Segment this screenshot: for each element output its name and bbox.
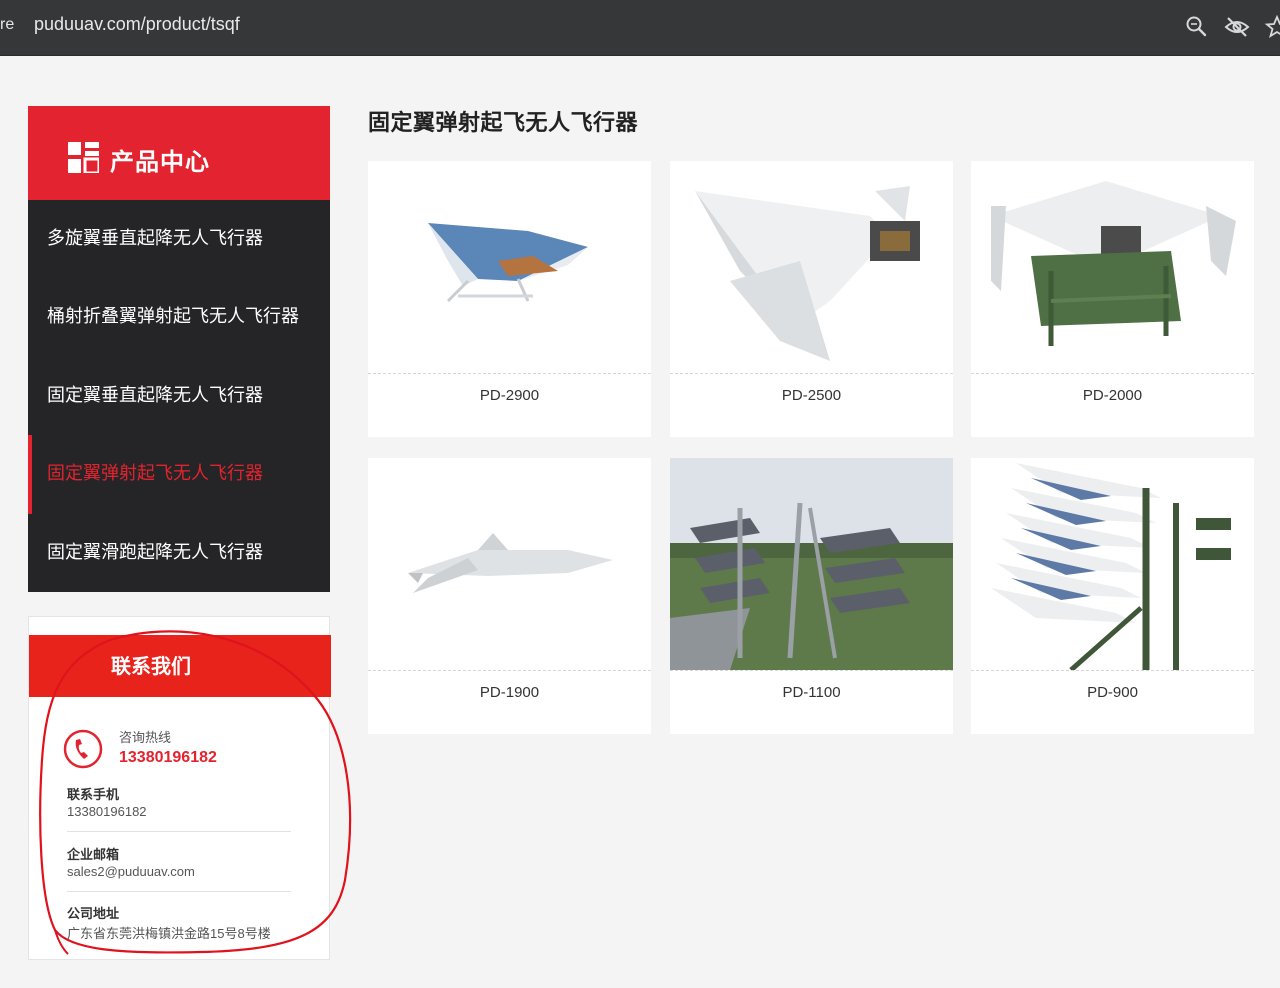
- product-image[interactable]: [971, 458, 1254, 670]
- product-name[interactable]: PD-2000: [971, 387, 1254, 404]
- eye-off-icon[interactable]: [1224, 14, 1250, 40]
- contact-divider: [67, 831, 291, 832]
- contact-panel: 联系我们 咨询热线 13380196182 联系手机 13380196182 企…: [28, 616, 331, 960]
- bookmark-star-icon[interactable]: [1264, 14, 1280, 40]
- card-divider: [670, 373, 953, 374]
- page-title: 固定翼弹射起飞无人飞行器: [368, 111, 639, 136]
- email-label: 企业邮箱: [67, 848, 120, 863]
- card-divider: [670, 670, 953, 671]
- card-divider: [971, 670, 1254, 671]
- card-divider: [368, 373, 651, 374]
- address-bar-url[interactable]: puduuav.com/product/tsqf: [34, 14, 240, 35]
- product-center-header: 产品中心: [28, 106, 330, 200]
- hotline-label: 咨询热线: [119, 731, 172, 746]
- product-image[interactable]: [670, 458, 953, 670]
- product-category-nav: 多旋翼垂直起降无人飞行器 桶射折叠翼弹射起飞无人飞行器 固定翼垂直起降无人飞行器…: [28, 200, 330, 592]
- product-name[interactable]: PD-900: [971, 684, 1254, 701]
- product-image[interactable]: [368, 161, 651, 373]
- nav-item-fixed-wing-catapult[interactable]: 固定翼弹射起飞无人飞行器: [28, 435, 330, 514]
- mobile-label: 联系手机: [67, 788, 120, 803]
- grid-icon: [68, 142, 99, 173]
- product-name[interactable]: PD-2900: [368, 387, 651, 404]
- product-card-pd-2000[interactable]: PD-2000: [971, 161, 1254, 437]
- product-card-pd-2500[interactable]: PD-2500: [670, 161, 953, 437]
- mobile-value: 13380196182: [67, 804, 147, 819]
- product-card-pd-1100[interactable]: PD-1100: [670, 458, 953, 734]
- card-divider: [971, 373, 1254, 374]
- product-name[interactable]: PD-1100: [670, 684, 953, 701]
- product-image[interactable]: [368, 458, 651, 670]
- nav-item-fixed-wing-vtol[interactable]: 固定翼垂直起降无人飞行器: [28, 357, 330, 435]
- phone-icon: [63, 729, 103, 769]
- address-label: 公司地址: [67, 907, 120, 922]
- card-divider: [368, 670, 651, 671]
- contact-title: 联系我们: [29, 635, 331, 697]
- product-card-pd-2900[interactable]: PD-2900: [368, 161, 651, 437]
- nav-item-tube-launch-folding-wing[interactable]: 桶射折叠翼弹射起飞无人飞行器: [28, 278, 330, 356]
- address-value: 广东省东莞洪梅镇洪金路15号8号楼: [67, 926, 271, 941]
- product-name[interactable]: PD-1900: [368, 684, 651, 701]
- email-value[interactable]: sales2@puduuav.com: [67, 864, 195, 879]
- browser-toolbar: re puduuav.com/product/tsqf: [0, 0, 1280, 56]
- contact-divider: [67, 891, 291, 892]
- product-center-title: 产品中心: [110, 148, 210, 176]
- url-fragment: re: [0, 16, 15, 33]
- nav-item-multirotor-vtol[interactable]: 多旋翼垂直起降无人飞行器: [28, 200, 330, 278]
- product-name[interactable]: PD-2500: [670, 387, 953, 404]
- nav-item-fixed-wing-runway[interactable]: 固定翼滑跑起降无人飞行器: [28, 514, 330, 592]
- hotline-number[interactable]: 13380196182: [119, 749, 217, 767]
- product-image[interactable]: [670, 161, 953, 373]
- zoom-icon[interactable]: [1184, 14, 1210, 40]
- product-card-pd-900[interactable]: PD-900: [971, 458, 1254, 734]
- product-card-pd-1900[interactable]: PD-1900: [368, 458, 651, 734]
- product-image[interactable]: [971, 161, 1254, 373]
